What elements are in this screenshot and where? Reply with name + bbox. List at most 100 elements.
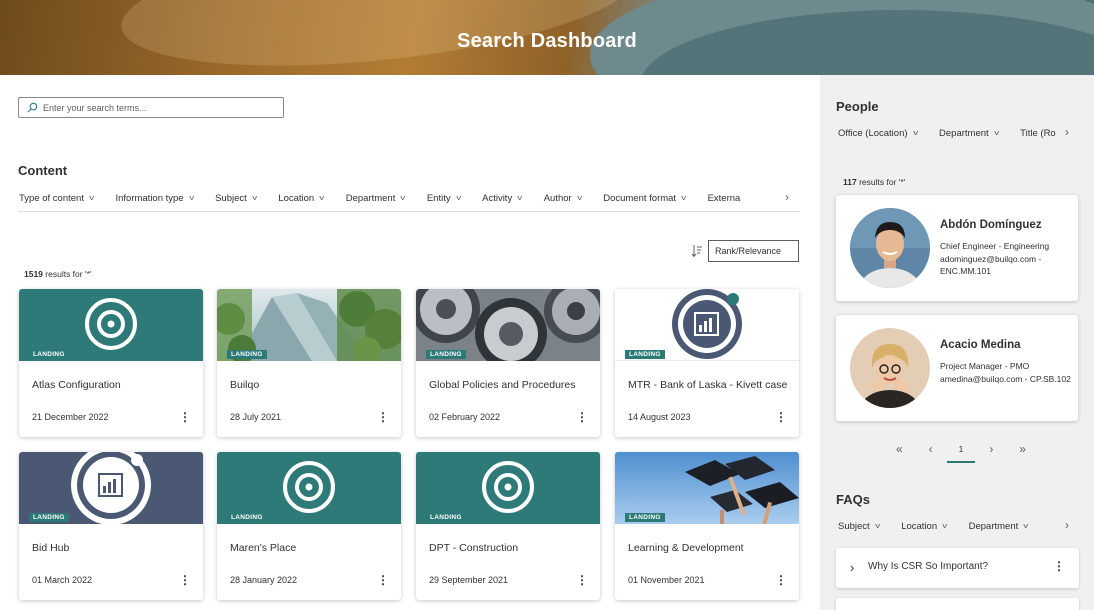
filter-department[interactable]: Department v [346,193,406,204]
filter-department[interactable]: Department v [939,128,999,139]
content-card[interactable]: LANDING Maren's Place 28 January 2022 ⋮ [217,452,401,600]
landing-badge: LANDING [29,350,69,359]
card-title[interactable]: Global Policies and Procedures [429,378,589,392]
more-options-icon[interactable]: ⋮ [377,573,389,587]
content-card[interactable]: LANDING Global Policies and Procedures 0… [416,289,600,437]
search-icon [27,102,38,113]
filter-external[interactable]: Externa [708,193,741,204]
scroll-right-icon[interactable]: › [785,190,789,204]
filter-location[interactable]: Location v [278,193,324,204]
chevron-down-icon: v [252,195,257,202]
filter-subject[interactable]: Subject v [215,193,257,204]
more-options-icon[interactable]: ⋮ [576,410,588,424]
card-date: 02 February 2022 [429,412,501,422]
content-filter-bar: Type of content v Information type v Subje… [19,193,782,204]
content-card[interactable]: LANDING Atlas Configuration 21 December … [19,289,203,437]
content-card[interactable]: LANDING Learning & Development 01 Novemb… [615,452,799,600]
card-title[interactable]: Learning & Development [628,541,788,555]
chevron-down-icon: v [400,195,406,202]
faq-item[interactable] [836,598,1079,610]
card-date: 29 September 2021 [429,575,509,585]
previous-page-icon[interactable]: ‹ [929,442,933,456]
chevron-down-icon: v [942,523,948,530]
faqs-filter-bar: Subject v Location v Department v [838,521,1060,532]
content-card[interactable]: LANDING Bid Hub 01 March 2022 ⋮ [19,452,203,600]
chevron-down-icon: v [874,523,880,530]
filter-label: Document format [603,193,677,204]
page-number[interactable]: 1 [947,444,974,463]
faq-item[interactable]: › Why Is CSR So Important? ⋮ [836,548,1079,588]
search-input[interactable] [43,102,273,113]
card-title[interactable]: Maren's Place [230,541,390,555]
sort-icon[interactable] [691,244,703,258]
card-title[interactable]: Builqo [230,378,390,392]
card-title[interactable]: DPT - Construction [429,541,589,555]
filter-office-location[interactable]: Office (Location) v [838,128,918,139]
filter-entity[interactable]: Entity v [426,193,461,204]
content-section-title: Content [18,163,68,178]
chevron-down-icon: v [188,195,194,202]
chevron-down-icon: v [517,195,523,202]
page-title: Search Dashboard [457,30,637,52]
more-options-icon[interactable]: ⋮ [179,410,191,424]
person-role: Project Manager - PMO [940,361,1030,371]
person-name[interactable]: Acacio Medina [940,339,1021,351]
chevron-down-icon: v [89,195,95,202]
content-results-count: 1519 results for '*' [24,269,92,279]
sort-dropdown[interactable]: Rank/Relevance [708,240,799,262]
card-title[interactable]: Bid Hub [32,541,192,555]
filter-department[interactable]: Department v [969,521,1029,532]
chevron-down-icon: v [455,195,461,202]
results-label: results for '*' [856,177,906,187]
card-date: 28 July 2021 [230,412,282,422]
more-options-icon[interactable]: ⋮ [377,410,389,424]
filter-label: Title (Ro [1020,128,1056,139]
chevron-down-icon: v [993,130,999,137]
people-section-title: People [836,99,879,114]
more-options-icon[interactable]: ⋮ [179,573,191,587]
card-date: 28 January 2022 [230,575,298,585]
results-label: results for '*' [42,269,92,279]
first-page-icon[interactable]: « [896,442,903,456]
chevron-right-icon[interactable]: › [850,560,854,575]
filter-author[interactable]: Author v [544,193,582,204]
results-number: 117 [843,177,857,187]
scroll-right-icon[interactable]: › [1065,518,1069,532]
filter-label: Information type [115,193,184,204]
filter-activity[interactable]: Activity v [482,193,522,204]
people-results-count: 117 results for '*' [843,177,905,187]
filter-location[interactable]: Location v [901,521,948,532]
person-card[interactable]: Abdón Domínguez Chief Engineer - Enginee… [836,195,1078,301]
main-content: Content Type of content v Information typ… [0,75,820,610]
content-card[interactable]: LANDING DPT - Construction 29 September … [416,452,600,600]
search-box[interactable] [18,97,284,118]
landing-badge: LANDING [227,513,267,522]
card-title[interactable]: Atlas Configuration [32,378,192,392]
next-page-icon[interactable]: › [989,442,993,456]
person-name[interactable]: Abdón Domínguez [940,219,1042,231]
last-page-icon[interactable]: » [1019,442,1026,456]
hero-banner: Search Dashboard [0,0,1094,75]
content-card[interactable]: LANDING Builqo 28 July 2021 ⋮ [217,289,401,437]
filter-label: Subject [215,193,247,204]
person-contact: adominguez@builqo.com - ENC.MM.101 [940,254,1042,276]
content-card[interactable]: LANDING MTR - Bank of Laska - Kivett cas… [615,289,799,437]
avatar [850,208,930,288]
more-options-icon[interactable]: ⋮ [775,410,787,424]
chevron-down-icon: v [577,195,582,202]
person-card[interactable]: Acacio Medina Project Manager - PMO amed… [836,315,1078,421]
filter-label: Entity [426,193,451,204]
more-options-icon[interactable]: ⋮ [576,573,588,587]
filter-title[interactable]: Title (Ro [1020,128,1056,139]
filter-type-of-content[interactable]: Type of content v [19,193,95,204]
more-options-icon[interactable]: ⋮ [775,573,787,587]
filter-document-format[interactable]: Document format v [603,193,686,204]
card-title[interactable]: MTR - Bank of Laska - Kivett case [628,378,788,392]
faq-question[interactable]: Why Is CSR So Important? [868,561,988,572]
avatar [850,328,930,408]
more-options-icon[interactable]: ⋮ [1053,559,1065,573]
filter-information-type[interactable]: Information type v [115,193,193,204]
filter-label: Activity [482,193,513,204]
filter-subject[interactable]: Subject v [838,521,880,532]
scroll-right-icon[interactable]: › [1065,125,1069,139]
